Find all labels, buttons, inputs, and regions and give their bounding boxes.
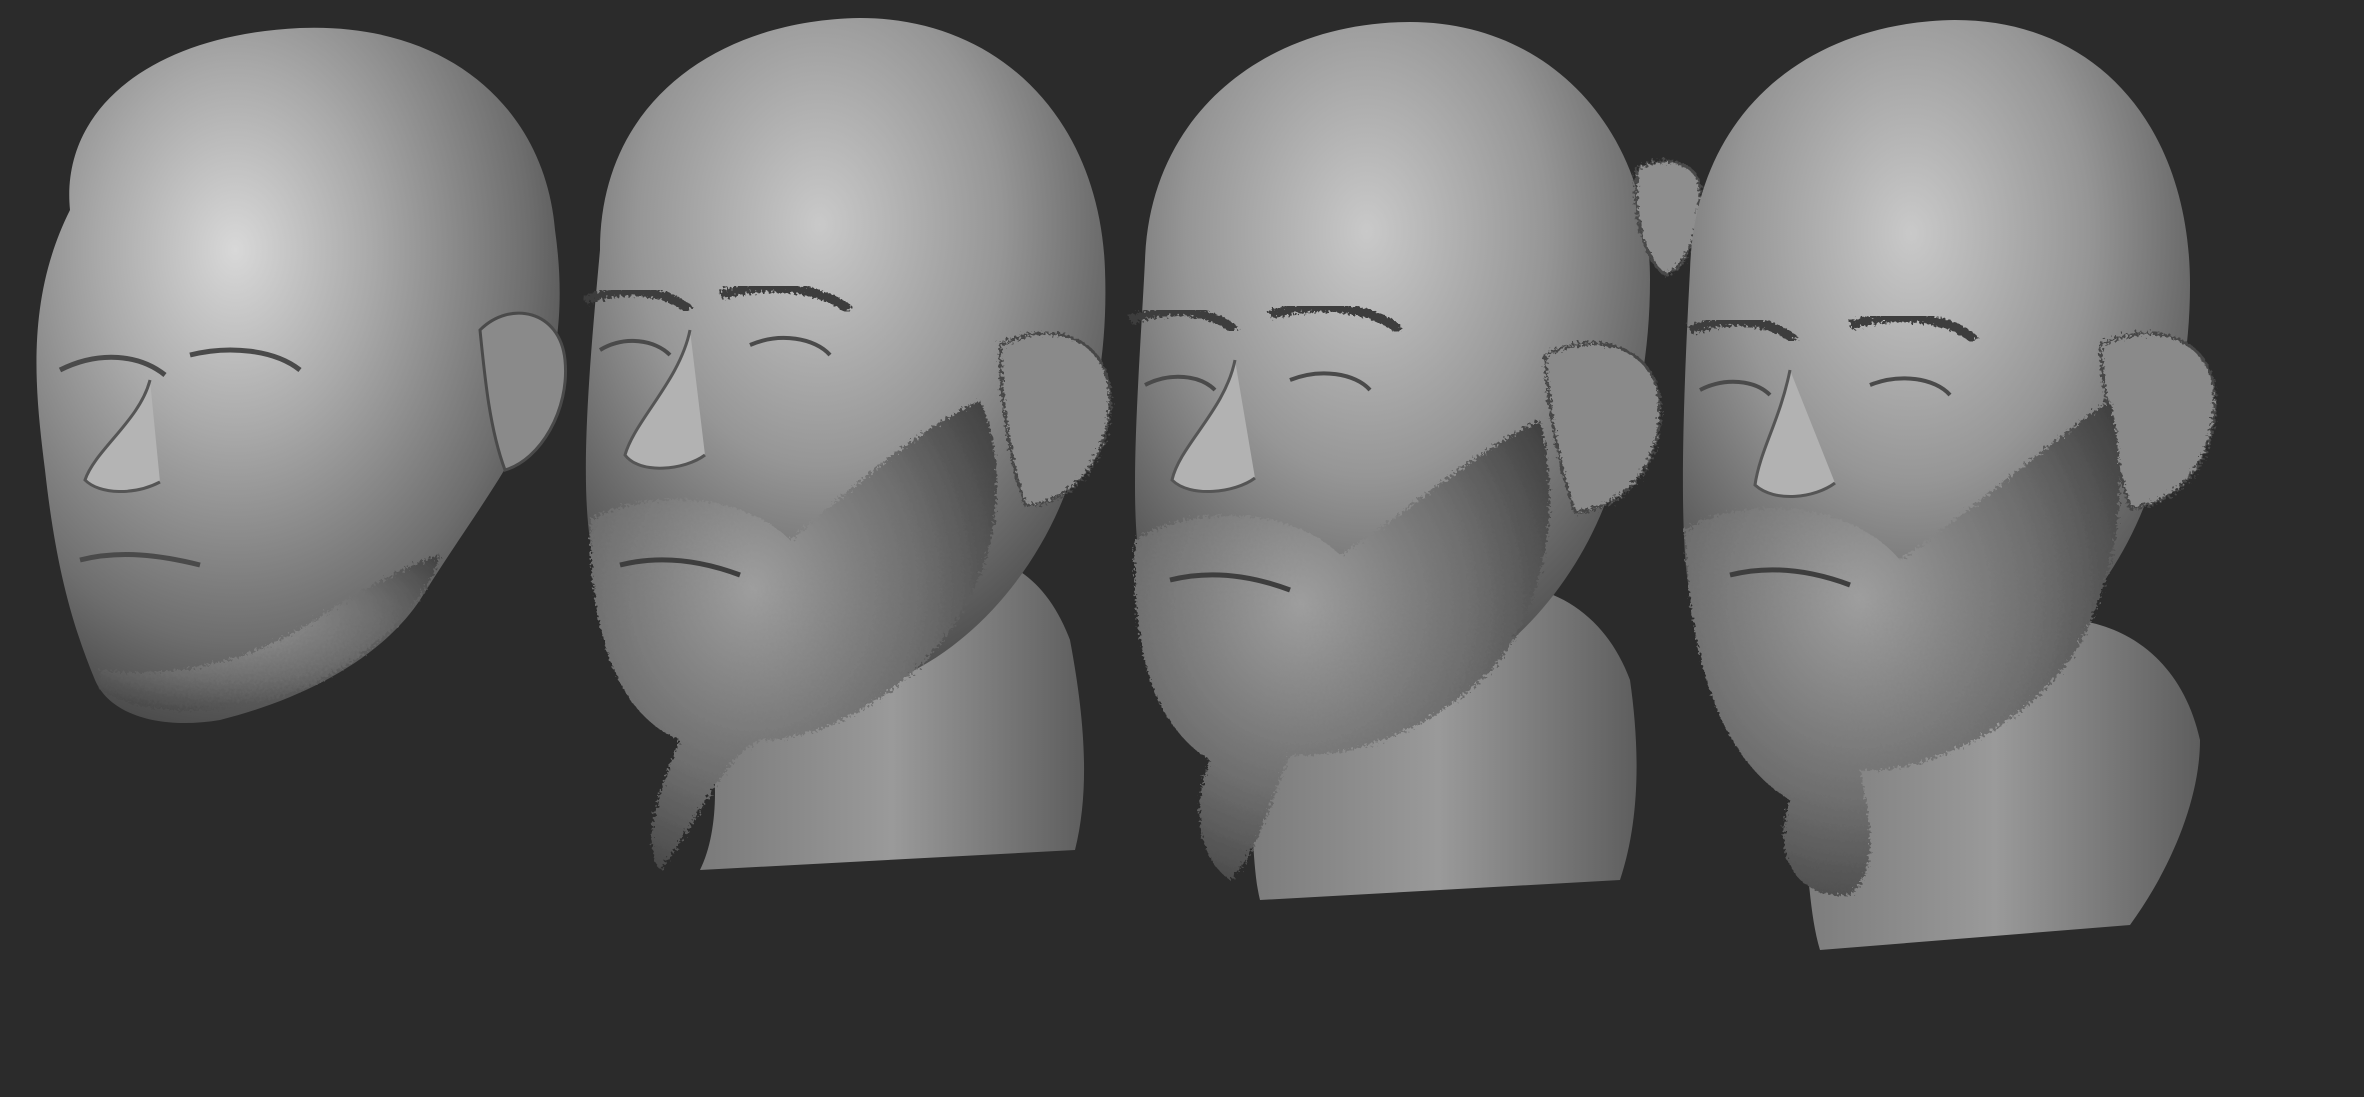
- head-scan-1: [36, 27, 568, 724]
- head-scan-3: [1128, 22, 1702, 900]
- sculpt-scene: [36, 18, 2217, 950]
- viewport-canvas: [0, 0, 2364, 1097]
- head-scan-2: [583, 18, 1112, 870]
- head-scan-4: [1682, 20, 2217, 950]
